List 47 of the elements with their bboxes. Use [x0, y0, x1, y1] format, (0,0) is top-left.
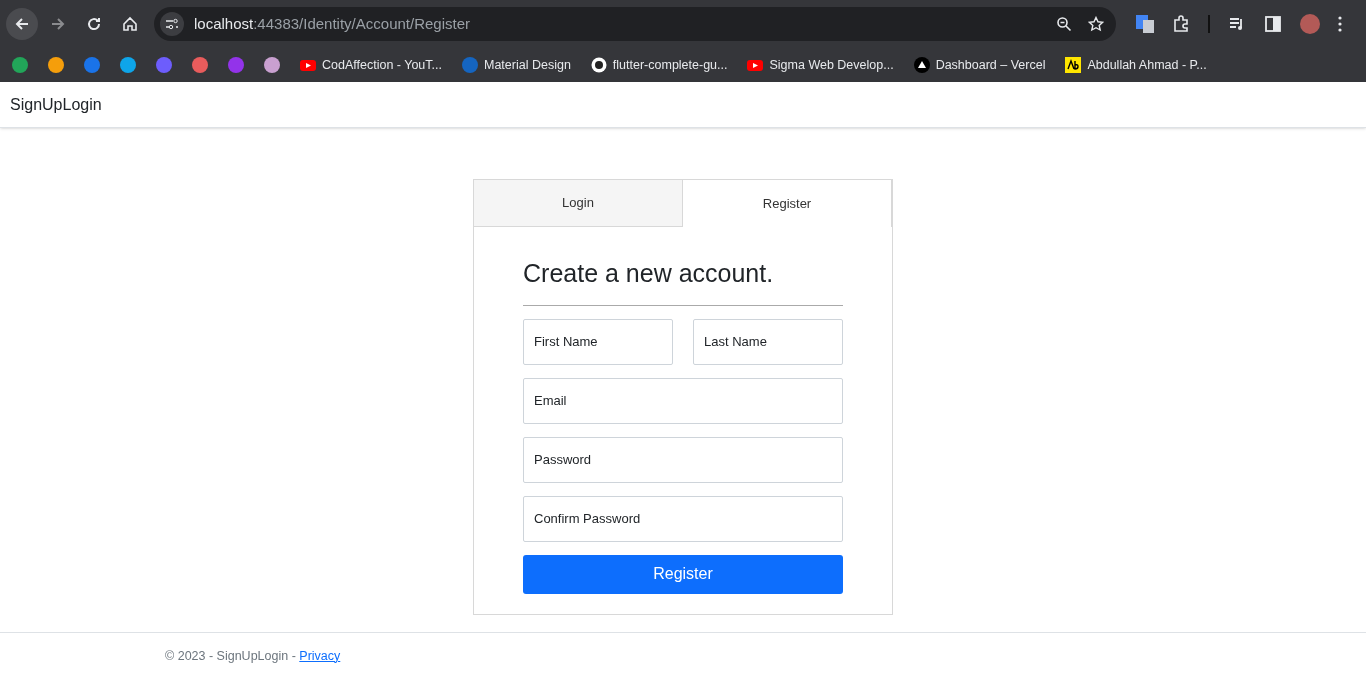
site-favicon-icon — [84, 57, 100, 73]
bookmark-item[interactable]: Material Design — [462, 55, 571, 75]
input-field[interactable]: Confirm Password — [523, 495, 843, 542]
site-favicon-icon — [590, 57, 607, 73]
site-favicon-icon — [228, 57, 244, 73]
tab[interactable]: Login — [474, 180, 682, 227]
input-field[interactable]: Last Name — [693, 318, 843, 365]
reload-icon — [86, 16, 102, 32]
input-field[interactable]: Email — [523, 377, 843, 424]
input-field[interactable]: Password — [523, 436, 843, 483]
forward-arrow-icon — [50, 16, 66, 32]
bookmark-item[interactable]: flutter-complete-gu... — [590, 55, 728, 75]
brand-link[interactable]: SignUpLogin — [10, 92, 102, 117]
bookmark-item[interactable]: Dashboard – Vercel — [913, 55, 1046, 75]
site-favicon-icon — [1065, 57, 1082, 73]
footer-text: © 2023 - SignUpLogin - — [165, 647, 297, 665]
translate-icon[interactable] — [1136, 15, 1154, 33]
back-arrow-icon — [14, 16, 30, 32]
input-field[interactable]: First Name — [523, 318, 673, 365]
site-favicon-icon — [913, 57, 930, 73]
star-icon[interactable] — [1088, 16, 1104, 32]
extensions-icon[interactable] — [1172, 15, 1190, 33]
site-favicon-icon — [462, 57, 478, 73]
bookmark-item[interactable]: Abdullah Ahmad - P... — [1065, 55, 1207, 75]
site-favicon-icon — [120, 57, 136, 73]
bookmark-item[interactable]: Sigma Web Develop... — [747, 55, 894, 75]
zoom-icon[interactable] — [1056, 16, 1072, 32]
url-text: localhost:44383/Identity/Account/Register — [194, 13, 470, 34]
site-favicon-icon — [264, 57, 280, 73]
site-favicon-icon — [156, 57, 172, 73]
menu-icon[interactable] — [1338, 16, 1342, 32]
back-button[interactable] — [6, 8, 38, 40]
site-settings-icon — [165, 18, 179, 30]
home-icon — [122, 16, 138, 32]
register-button[interactable]: Register — [523, 554, 843, 594]
side-panel-icon[interactable] — [1264, 15, 1282, 33]
site-favicon-icon — [192, 57, 208, 73]
site-favicon-icon — [12, 57, 28, 73]
site-favicon-icon — [300, 57, 316, 73]
address-bar[interactable]: localhost:44383/Identity/Account/Register — [154, 7, 1116, 41]
profile-avatar[interactable] — [1300, 14, 1320, 34]
form-title: Create a new account. — [523, 255, 843, 306]
site-favicon-icon — [48, 57, 64, 73]
site-favicon-icon — [747, 57, 764, 73]
bookmark-item[interactable]: CodAffection - YouT... — [300, 55, 442, 75]
privacy-link[interactable]: Privacy — [299, 646, 341, 666]
tab[interactable]: Register — [682, 179, 892, 227]
